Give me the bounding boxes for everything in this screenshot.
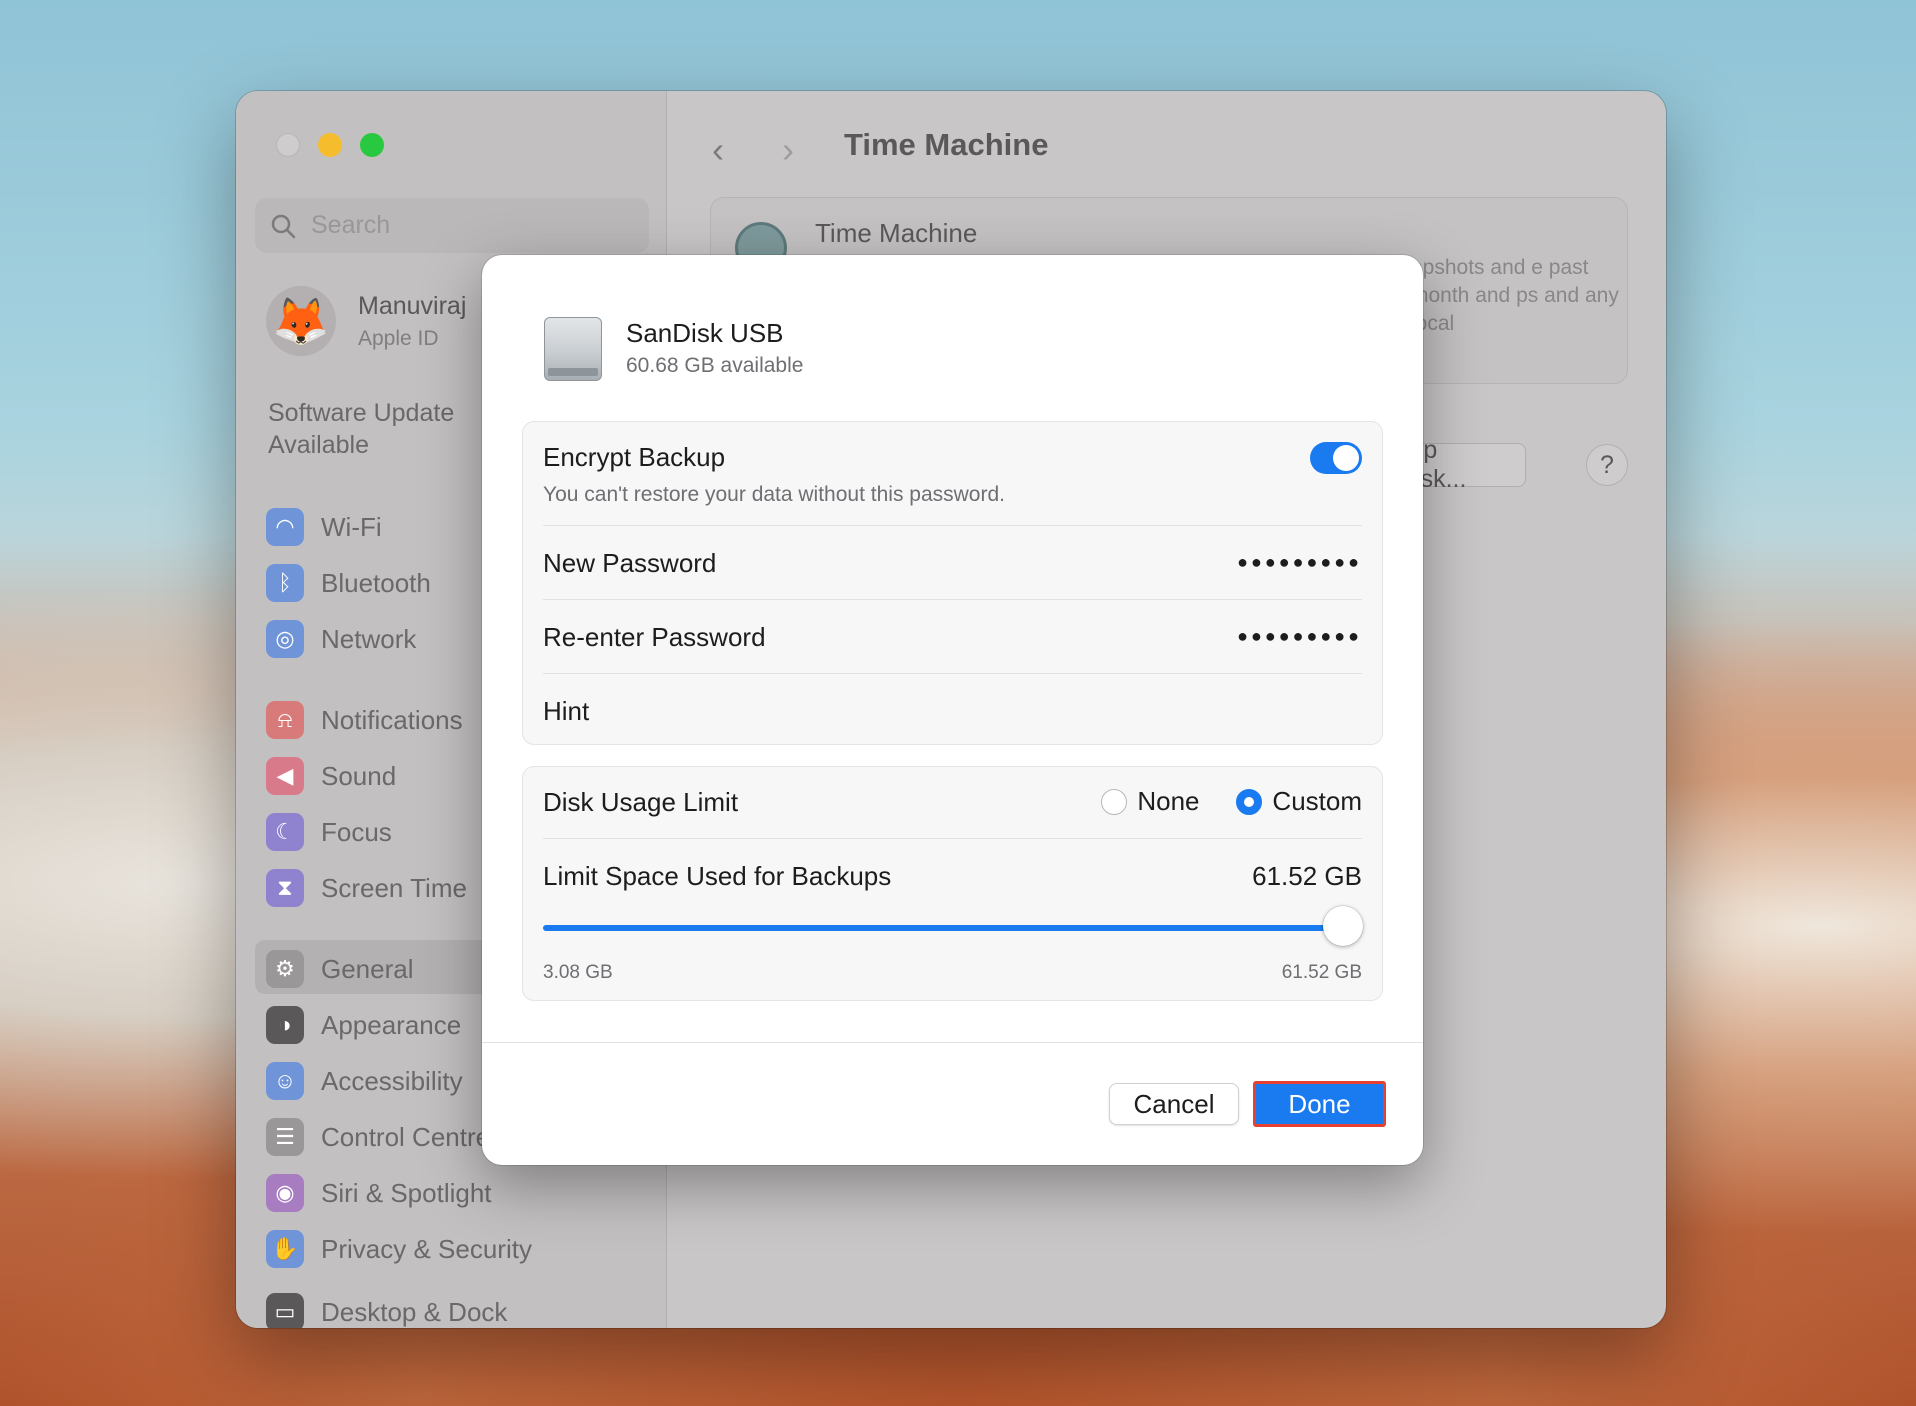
minimize-button[interactable] [318,133,342,157]
encryption-group: Encrypt Backup You can't restore your da… [522,421,1383,745]
backup-options-dialog: SanDisk USB 60.68 GB available Encrypt B… [482,255,1423,1165]
sidebar-item-label: Screen Time [321,872,467,903]
sidebar-item-privacy-security[interactable]: ✋ Privacy & Security [266,1225,532,1273]
sidebar-item-desktop-dock[interactable]: ▭ Desktop & Dock [266,1288,507,1328]
footer-divider [482,1042,1423,1043]
window-controls [276,133,384,157]
profile-subtitle: Apple ID [358,326,439,350]
cancel-button[interactable]: Cancel [1109,1083,1239,1125]
limit-space-value: 61.52 GB [1252,861,1362,891]
sidebar-item-label: Control Centre [321,1121,491,1152]
limit-space-label: Limit Space Used for Backups [543,861,892,891]
avatar: 🦊 [266,286,336,356]
card-title: Time Machine [815,218,978,248]
limit-space-row: Limit Space Used for Backups [543,861,1362,892]
hand-icon: ✋ [266,1230,304,1268]
sidebar-item-focus[interactable]: ☾ Focus [266,808,392,856]
help-button[interactable]: ? [1586,444,1628,486]
slider-min-label: 3.08 GB [543,962,613,983]
speaker-icon: ◀ [266,757,304,795]
sidebar-item-label: Sound [321,760,397,791]
hint-row[interactable]: Hint [543,696,1362,727]
sidebar-item-label: Desktop & Dock [321,1296,508,1327]
profile-name: Manuviraj [358,291,467,320]
hint-label: Hint [543,696,590,726]
disk-usage-options: None Custom [1101,786,1362,817]
zoom-button[interactable] [360,133,384,157]
gear-icon: ⚙ [266,950,304,988]
radio-custom-button[interactable] [1236,788,1263,815]
sidebar-item-bluetooth[interactable]: ᛒ Bluetooth [266,559,431,607]
sidebar-item-label: Network [321,623,417,654]
sidebar-item-control-centre[interactable]: ☰ Control Centre [266,1113,490,1161]
sidebar-item-label: Siri & Spotlight [321,1177,492,1208]
external-disk-icon [544,317,602,381]
sidebar-item-screen-time[interactable]: ⧗ Screen Time [266,864,467,912]
disk-name: SanDisk USB [626,318,784,348]
radio-custom[interactable]: Custom [1236,786,1362,816]
radio-none-button[interactable] [1101,788,1128,815]
bluetooth-icon: ᛒ [266,564,304,602]
encrypt-backup-row: Encrypt Backup You can't restore your da… [543,442,1362,507]
search-placeholder: Search [311,211,391,239]
control-centre-icon: ☰ [266,1118,304,1156]
sidebar-item-label: Focus [321,816,392,847]
disk-usage-group: Disk Usage Limit None Custom Limit Space… [522,766,1383,1001]
accessibility-icon: ☺ [266,1062,304,1100]
sidebar-item-label: Bluetooth [321,567,431,598]
limit-slider[interactable] [543,906,1363,946]
search-icon [271,214,296,238]
radio-custom-label: Custom [1272,786,1362,816]
sidebar-item-wi-fi[interactable]: ◠ Wi-Fi [266,503,382,551]
appearance-icon: ◑ [266,1006,304,1044]
apple-id-profile[interactable]: 🦊 Manuviraj Apple ID [266,286,466,356]
sidebar-item-label: General [321,953,414,984]
moon-icon: ☾ [266,813,304,851]
encrypt-backup-label: Encrypt Backup [543,442,726,472]
sidebar-item-notifications[interactable]: ⍾ Notifications [266,696,463,744]
sidebar-item-label: Accessibility [321,1065,463,1096]
sidebar-item-network[interactable]: ◎ Network [266,615,416,663]
sidebar-item-sound[interactable]: ◀ Sound [266,752,396,800]
sidebar-item-general[interactable]: ⚙ General [266,945,414,993]
sidebar-item-label: Appearance [321,1009,462,1040]
hourglass-icon: ⧗ [266,869,304,907]
new-password-field[interactable]: ●●●●●●●●● [1237,552,1362,573]
done-button[interactable]: Done [1253,1081,1386,1127]
siri-icon: ◉ [266,1174,304,1212]
sidebar-item-label: Privacy & Security [321,1233,532,1264]
card-description: apshots and e past month and ps and any … [1411,256,1619,335]
page-title: Time Machine [844,127,1049,162]
radio-none-label: None [1137,786,1200,816]
sidebar-item-appearance[interactable]: ◑ Appearance [266,1001,461,1049]
sidebar-item-label: Notifications [321,704,463,735]
encrypt-backup-toggle[interactable] [1310,442,1362,474]
limit-slider-knob[interactable] [1323,906,1363,946]
encrypt-backup-sublabel: You can't restore your data without this… [543,483,1005,506]
search-field[interactable]: Search [255,198,649,253]
slider-max-label: 61.52 GB [1281,962,1362,983]
globe-icon: ◎ [266,620,304,658]
forward-arrow-icon[interactable]: › [782,129,794,171]
disk-available: 60.68 GB available [626,354,804,377]
sidebar-item-accessibility[interactable]: ☺ Accessibility [266,1057,463,1105]
sidebar-item-label: Wi-Fi [321,511,382,542]
bell-icon: ⍾ [266,701,304,739]
wifi-icon: ◠ [266,508,304,546]
limit-slider-fill [543,925,1343,931]
reenter-password-field[interactable]: ●●●●●●●●● [1237,626,1362,647]
radio-none[interactable]: None [1101,786,1204,816]
dock-icon: ▭ [266,1293,304,1328]
sidebar-item-siri-spotlight[interactable]: ◉ Siri & Spotlight [266,1169,492,1217]
close-button[interactable] [276,133,300,157]
back-arrow-icon[interactable]: ‹ [712,129,724,171]
software-update-notice[interactable]: Software Update Available [268,397,488,461]
